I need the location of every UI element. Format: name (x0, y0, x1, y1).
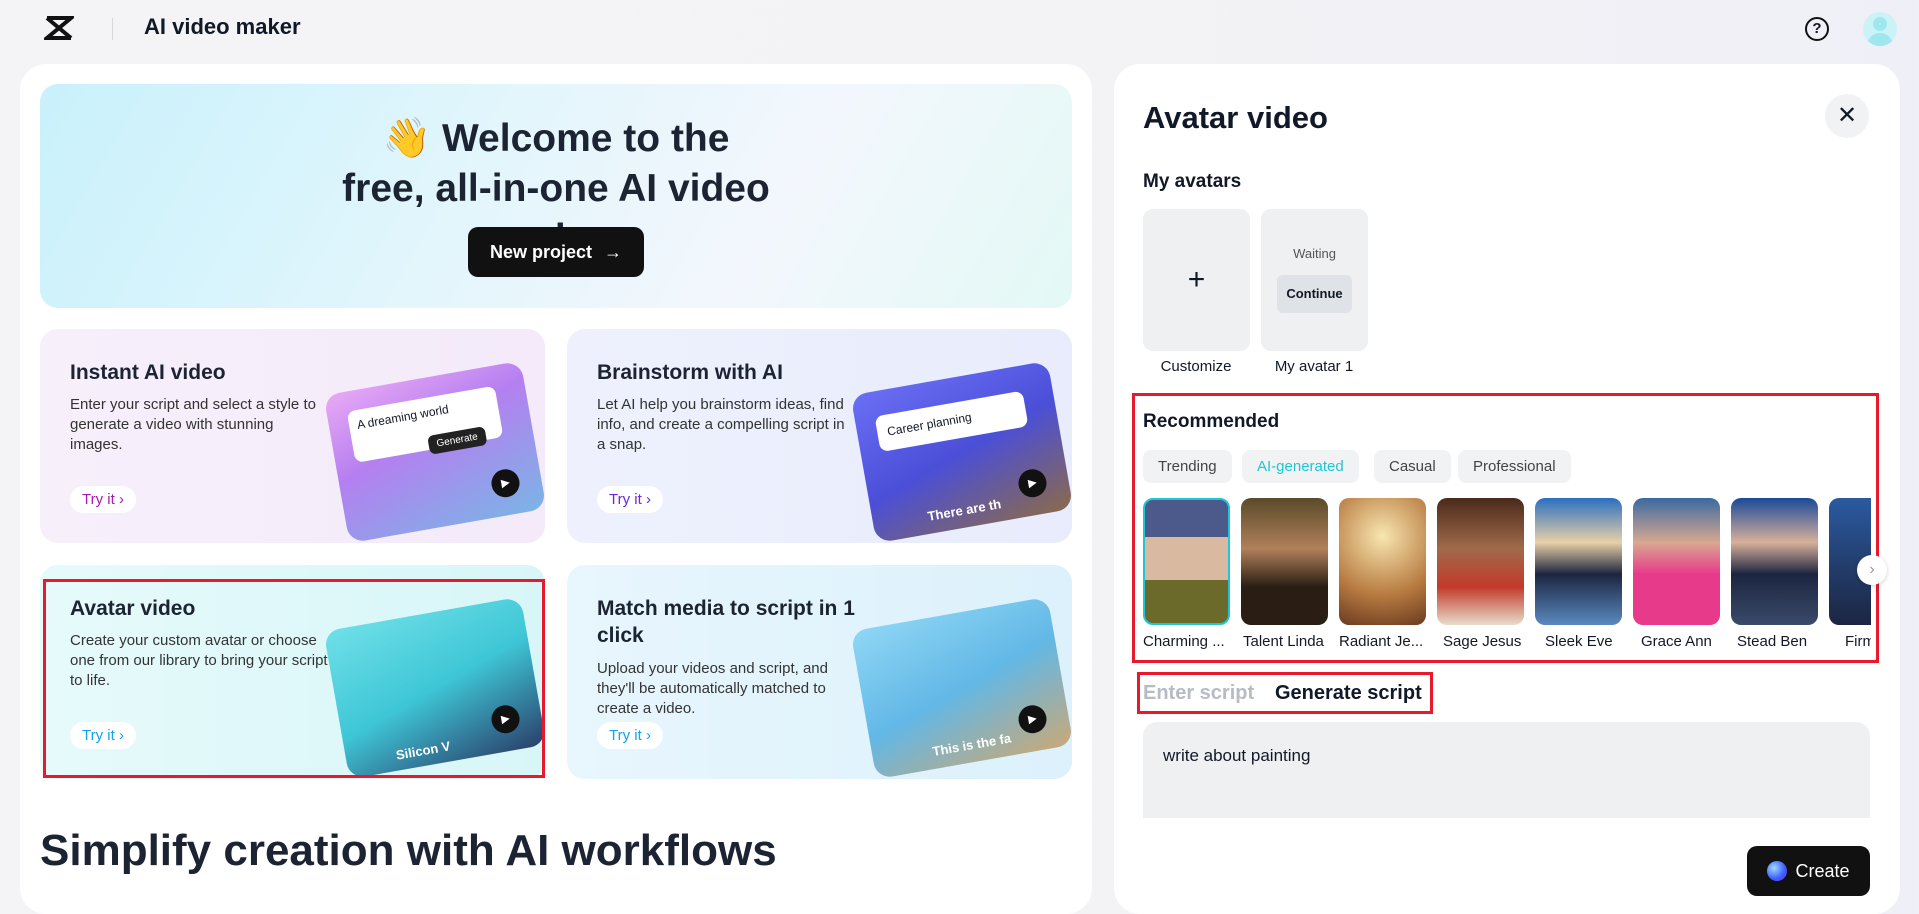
help-icon[interactable]: ? (1805, 17, 1829, 41)
chip-professional[interactable]: Professional (1458, 450, 1571, 483)
continue-button[interactable]: Continue (1277, 275, 1352, 313)
customize-avatar-button[interactable]: + (1143, 209, 1250, 351)
card-instant-ai-video[interactable]: Instant AI video Enter your script and s… (40, 329, 545, 543)
thumb-caption: This is the fa (931, 730, 1013, 759)
panel-title: Avatar video (1143, 100, 1328, 135)
new-project-label: New project (489, 241, 593, 262)
card-desc: Upload your videos and script, and they'… (597, 660, 828, 717)
avatar-name: Firm (1845, 633, 1871, 650)
card-title: Match media to script in 1 click (597, 597, 855, 647)
chip-ai-generated[interactable]: AI-generated (1242, 450, 1359, 483)
avatar-status: Waiting (1293, 246, 1336, 261)
card-match-media[interactable]: Match media to script in 1 click Upload … (567, 565, 1072, 779)
chip-trending[interactable]: Trending (1143, 450, 1232, 483)
play-icon: ▶ (1016, 467, 1049, 500)
avatar-card[interactable] (1437, 498, 1524, 625)
avatar-card[interactable] (1731, 498, 1818, 625)
card-brainstorm[interactable]: Brainstorm with AI Let AI help you brain… (567, 329, 1072, 543)
plus-icon: + (1187, 263, 1206, 296)
highlight-avatar-card (43, 579, 545, 778)
welcome-banner: 👋 Welcome to the free, all-in-one AI vid… (40, 84, 1072, 308)
card-desc: Enter your script and select a style to … (70, 396, 316, 453)
thumb-prompt: A dreaming world (346, 385, 504, 463)
tab-enter-script[interactable]: Enter script (1143, 682, 1254, 705)
ai-orb-icon (1767, 861, 1788, 881)
my-avatars-heading: My avatars (1143, 171, 1242, 192)
recommended-heading: Recommended (1143, 411, 1280, 432)
avatar-name: Sage Jesus (1443, 633, 1522, 650)
my-avatar-1-label: My avatar 1 (1274, 358, 1354, 375)
avatar-card[interactable] (1143, 498, 1230, 625)
customize-label: Customize (1160, 358, 1232, 375)
header-divider (112, 18, 113, 40)
avatar-name: Radiant Je... (1339, 633, 1424, 650)
avatar-card[interactable] (1633, 498, 1720, 625)
capcut-logo[interactable] (41, 15, 77, 41)
thumb-caption: There are th (926, 496, 1003, 524)
card-thumbnail: Career planning There are th ▶ (850, 360, 1072, 543)
avatar-name: Grace Ann (1641, 633, 1712, 650)
wave-icon: 👋 (382, 117, 432, 160)
section-heading: Simplify creation with AI workflows (40, 826, 777, 875)
card-thumbnail: This is the fa ▶ (850, 596, 1072, 779)
try-it-button[interactable]: Try it › (597, 486, 663, 513)
card-title: Brainstorm with AI (597, 361, 783, 384)
play-icon: ▶ (1016, 703, 1049, 736)
user-avatar[interactable] (1863, 12, 1897, 46)
script-input[interactable]: write about painting (1143, 722, 1870, 818)
avatar-card[interactable] (1339, 498, 1426, 625)
create-label: Create (1795, 860, 1850, 881)
avatar-card[interactable] (1535, 498, 1622, 625)
avatar-name: Talent Linda (1243, 633, 1324, 650)
avatar-name: Sleek Eve (1545, 633, 1613, 650)
avatar-name: Charming ... (1143, 633, 1225, 650)
card-thumbnail: A dreaming world Generate ▶ (323, 360, 545, 543)
app-title: AI video maker (144, 14, 301, 39)
thumb-prompt: Career planning (874, 390, 1029, 453)
my-avatar-1-tile[interactable]: Waiting Continue (1261, 209, 1368, 351)
chip-casual[interactable]: Casual (1374, 450, 1451, 483)
play-icon: ▶ (489, 467, 522, 500)
tab-generate-script[interactable]: Generate script (1275, 682, 1422, 705)
avatar-name: Stead Ben (1737, 633, 1808, 650)
close-icon[interactable]: ✕ (1825, 94, 1869, 138)
create-button[interactable]: Create (1747, 846, 1870, 896)
try-it-button[interactable]: Try it › (70, 486, 136, 513)
new-project-button[interactable]: New project → (468, 227, 644, 277)
next-arrow-icon[interactable]: › (1857, 555, 1887, 585)
card-title: Instant AI video (70, 361, 226, 384)
arrow-right-icon: → (604, 241, 623, 262)
try-it-button[interactable]: Try it › (597, 722, 663, 749)
avatar-card[interactable] (1241, 498, 1328, 625)
card-desc: Let AI help you brainstorm ideas, find i… (597, 396, 845, 453)
